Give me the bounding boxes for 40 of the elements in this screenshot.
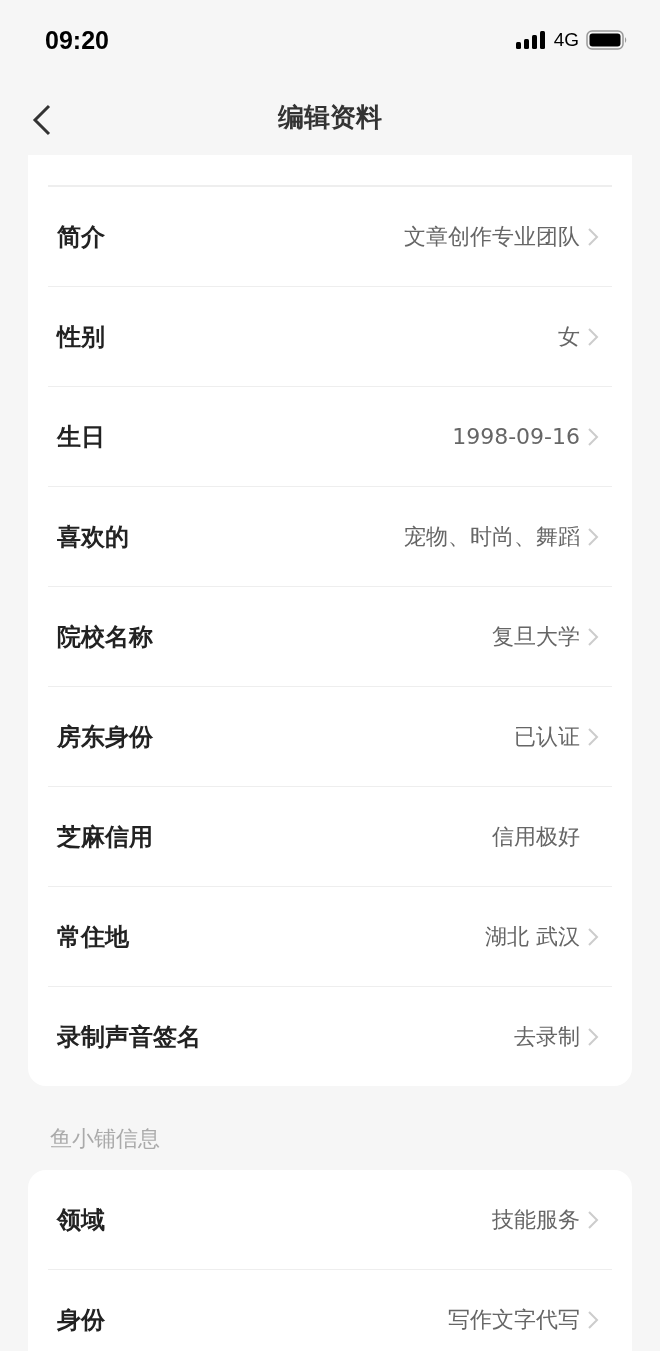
- settings-row[interactable]: 身份 写作文字代写: [48, 1269, 612, 1351]
- row-label: 院校名称: [57, 621, 153, 653]
- settings-row[interactable]: 芝麻信用 信用极好: [48, 786, 612, 886]
- row-label: 房东身份: [57, 721, 153, 753]
- settings-row[interactable]: 房东身份 已认证: [48, 686, 612, 786]
- row-label: 喜欢的: [57, 521, 129, 553]
- settings-row[interactable]: 院校名称 复旦大学: [48, 586, 612, 686]
- row-label: 芝麻信用: [57, 821, 153, 853]
- battery-icon: [586, 30, 628, 50]
- row-value: 技能服务: [492, 1205, 580, 1234]
- row-value: 已认证: [514, 722, 580, 751]
- row-value: 文章创作专业团队: [404, 222, 580, 251]
- status-time: 09:20: [45, 25, 109, 55]
- settings-row[interactable]: 常住地 湖北 武汉: [48, 886, 612, 986]
- signal-icon: [515, 31, 547, 49]
- row-value: 写作文字代写: [448, 1305, 580, 1334]
- settings-row[interactable]: 录制声音签名 去录制: [48, 986, 612, 1086]
- settings-row[interactable]: 性别 女: [48, 286, 612, 386]
- row-value: 去录制: [514, 1022, 580, 1051]
- row-value: 复旦大学: [492, 622, 580, 651]
- row-label: 身份: [57, 1304, 105, 1336]
- row-label: 性别: [57, 321, 105, 353]
- row-label: 领域: [57, 1204, 105, 1236]
- settings-row[interactable]: 生日 1998-09-16: [48, 386, 612, 486]
- row-value: 女: [558, 322, 580, 351]
- network-label: 4G: [553, 29, 579, 51]
- page-title: 编辑资料: [278, 101, 382, 134]
- row-label: 生日: [57, 421, 105, 453]
- row-value: 信用极好: [492, 822, 580, 851]
- row-value: 1998-09-16: [452, 424, 580, 449]
- section-title: 鱼小铺信息: [50, 1126, 160, 1151]
- row-label: 录制声音签名: [57, 1021, 201, 1053]
- settings-row[interactable]: 领域 技能服务: [48, 1170, 612, 1269]
- row-value: 湖北 武汉: [485, 922, 580, 951]
- row-label: 简介: [57, 221, 105, 253]
- row-value: 宠物、时尚、舞蹈: [404, 522, 580, 551]
- back-icon: [32, 104, 52, 136]
- settings-row[interactable]: 喜欢的 宠物、时尚、舞蹈: [48, 486, 612, 586]
- settings-row[interactable]: 简介 文章创作专业团队: [48, 186, 612, 286]
- row-label: 常住地: [57, 921, 129, 953]
